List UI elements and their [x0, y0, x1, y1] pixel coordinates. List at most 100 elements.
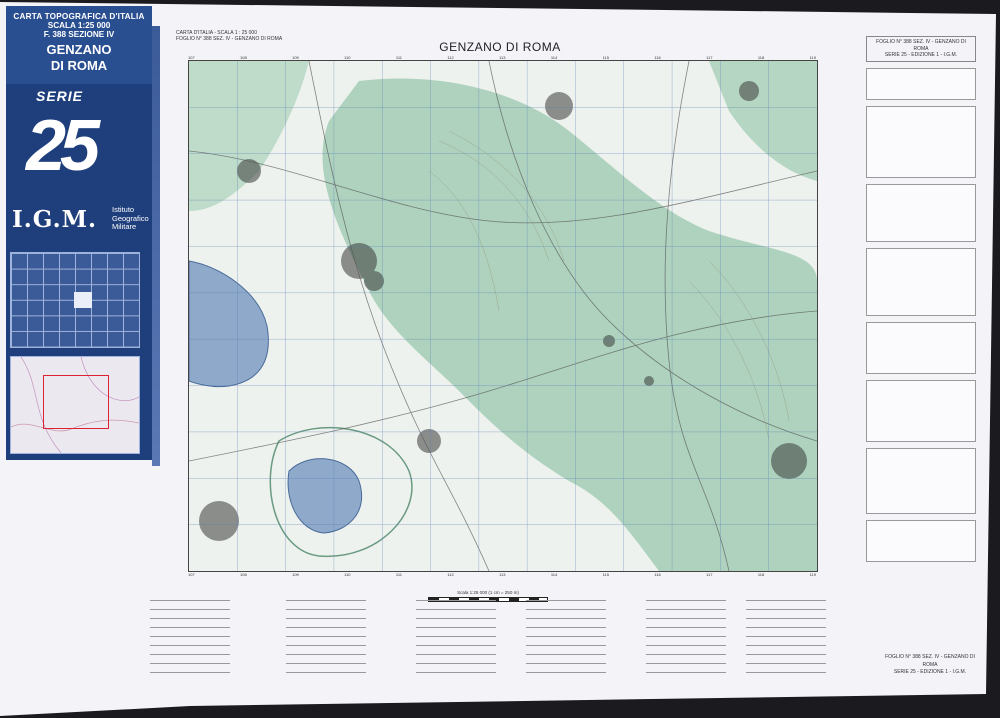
legend-symbol-row [746, 645, 826, 646]
legend-symbol-row [526, 600, 606, 601]
legend-right-header: FOGLIO N° 388 SEZ. IV - GENZANO DI ROMA … [866, 36, 976, 62]
grid-coord-label: 114 [550, 572, 558, 577]
legend-symbol-row [746, 627, 826, 628]
grid-coord-label: 107 [188, 572, 195, 577]
igm-logo: I.G.M. [12, 206, 98, 233]
legend-symbol-row [150, 645, 230, 646]
grid-coord-label: 115 [602, 572, 609, 577]
grid-coord-label: 111 [395, 572, 402, 577]
legend-box-projection [866, 67, 976, 100]
publisher-line-3: Militare [112, 222, 137, 232]
legend-right-edition: SERIE 25 - EDIZIONE 1 - I.G.M. [884, 52, 958, 58]
legend-symbol-row [746, 600, 826, 601]
legend-box-admin-limits [866, 447, 976, 514]
legend-box-slope [866, 321, 976, 374]
legend-bottom [146, 592, 836, 692]
legend-symbol-row [286, 609, 366, 610]
legend-symbol-row [746, 609, 826, 610]
legend-symbol-row [150, 672, 230, 673]
legend-symbol-row [416, 609, 496, 610]
legend-symbol-row [286, 645, 366, 646]
legend-symbol-row [416, 654, 496, 655]
publisher-name: Istituto Geografico Militare [112, 205, 149, 232]
legend-symbol-row [646, 645, 726, 646]
legend-symbol-row [526, 654, 606, 655]
legend-symbol-row [526, 627, 606, 628]
coords-bottom: 107 108 109 110 111 112 113 114 115 116 117 118 119 [188, 572, 816, 577]
cover-series-title: CARTA TOPOGRAFICA D'ITALIA [13, 12, 145, 21]
legend-box-geodetic [866, 105, 976, 178]
map-title: GENZANO DI ROMA [439, 40, 561, 54]
legend-symbol-row [286, 618, 366, 619]
cover-sheet-number: F. 388 SEZIONE IV [43, 30, 115, 40]
legend-symbol-row [646, 600, 726, 601]
legend-symbol-row [150, 636, 230, 637]
legend-symbol-row [416, 627, 496, 628]
cover-panel: CARTA TOPOGRAFICA D'ITALIA SCALA 1:25 00… [6, 6, 152, 460]
cover-title-2: DI ROMA [50, 58, 108, 74]
serie-number: 25 [26, 106, 100, 186]
cover-scale: SCALA 1:25 000 [47, 21, 111, 31]
legend-symbol-row [150, 609, 230, 610]
legend-symbol-row [286, 627, 366, 628]
cover-header: CARTA TOPOGRAFICA D'ITALIA SCALA 1:25 00… [6, 6, 152, 84]
legend-symbol-row [526, 609, 606, 610]
grid-coord-label: 112 [447, 572, 454, 577]
legend-symbol-row [416, 600, 496, 601]
legend-symbol-row [746, 636, 826, 637]
legend-symbol-row [646, 609, 726, 610]
legend-symbol-row [150, 618, 230, 619]
legend-symbol-row [150, 600, 230, 601]
legend-symbol-row [416, 645, 496, 646]
sheet-index-highlight [74, 292, 92, 308]
serie-label: SERIE [36, 87, 84, 104]
footer-edition: SERIE 25 - EDIZIONE 1 - I.G.M. [893, 669, 967, 675]
legend-symbol-row [646, 654, 726, 655]
legend-right: FOGLIO N° 388 SEZ. IV - GENZANO DI ROMA … [866, 36, 976, 636]
legend-symbol-row [286, 654, 366, 655]
grid-coord-label: 113 [499, 572, 506, 577]
legend-right-sheet: FOGLIO N° 388 SEZ. IV - GENZANO DI ROMA [876, 39, 966, 52]
footer-sheet: FOGLIO N° 388 SEZ. IV - GENZANO DI ROMA [885, 654, 975, 668]
grid-coord-label: 118 [757, 572, 765, 577]
grid-coord-label: 119 [809, 572, 816, 577]
legend-box-coordinates [866, 183, 976, 242]
legend-symbol-row [746, 654, 826, 655]
legend-symbol-row [646, 627, 726, 628]
legend-box-declination [866, 247, 976, 316]
cover-title-1: GENZANO [46, 42, 112, 58]
footer-id: FOGLIO N° 388 SEZ. IV - GENZANO DI ROMA … [880, 654, 980, 677]
legend-symbol-row [646, 663, 726, 664]
legend-symbol-row [746, 618, 826, 619]
header-sheet: FOGLIO N° 388 SEZ. IV - GENZANO DI ROMA [176, 36, 283, 42]
legend-symbol-row [646, 636, 726, 637]
legend-symbol-row [286, 600, 366, 601]
legend-symbol-row [526, 645, 606, 646]
cover-edge-strip [152, 26, 160, 466]
locator-map [10, 356, 140, 454]
legend-symbol-row [526, 618, 606, 619]
header-left: CARTA D'ITALIA - SCALA 1 : 25 000 FOGLIO… [176, 30, 282, 42]
legend-symbol-row [150, 654, 230, 655]
legend-symbol-row [286, 663, 366, 664]
legend-symbol-row [286, 672, 366, 673]
grid-coord-label: 116 [654, 572, 661, 577]
legend-symbol-row [526, 672, 606, 673]
locator-frame [43, 375, 109, 429]
legend-symbol-row [646, 618, 726, 619]
legend-symbol-row [150, 663, 230, 664]
legend-box-abbreviations [866, 379, 976, 442]
legend-symbol-row [416, 672, 496, 673]
topographic-map[interactable] [188, 60, 818, 572]
legend-box-compilation [866, 519, 976, 562]
grid-coord-label: 109 [292, 572, 299, 577]
map-canvas [189, 61, 817, 571]
legend-symbol-row [746, 663, 826, 664]
legend-symbol-row [526, 663, 606, 664]
grid-coord-label: 117 [706, 572, 713, 577]
legend-symbol-row [646, 672, 726, 673]
legend-symbol-row [746, 672, 826, 673]
legend-symbol-row [416, 618, 496, 619]
grid-coord-label: 110 [344, 572, 351, 577]
legend-symbol-row [526, 636, 606, 637]
